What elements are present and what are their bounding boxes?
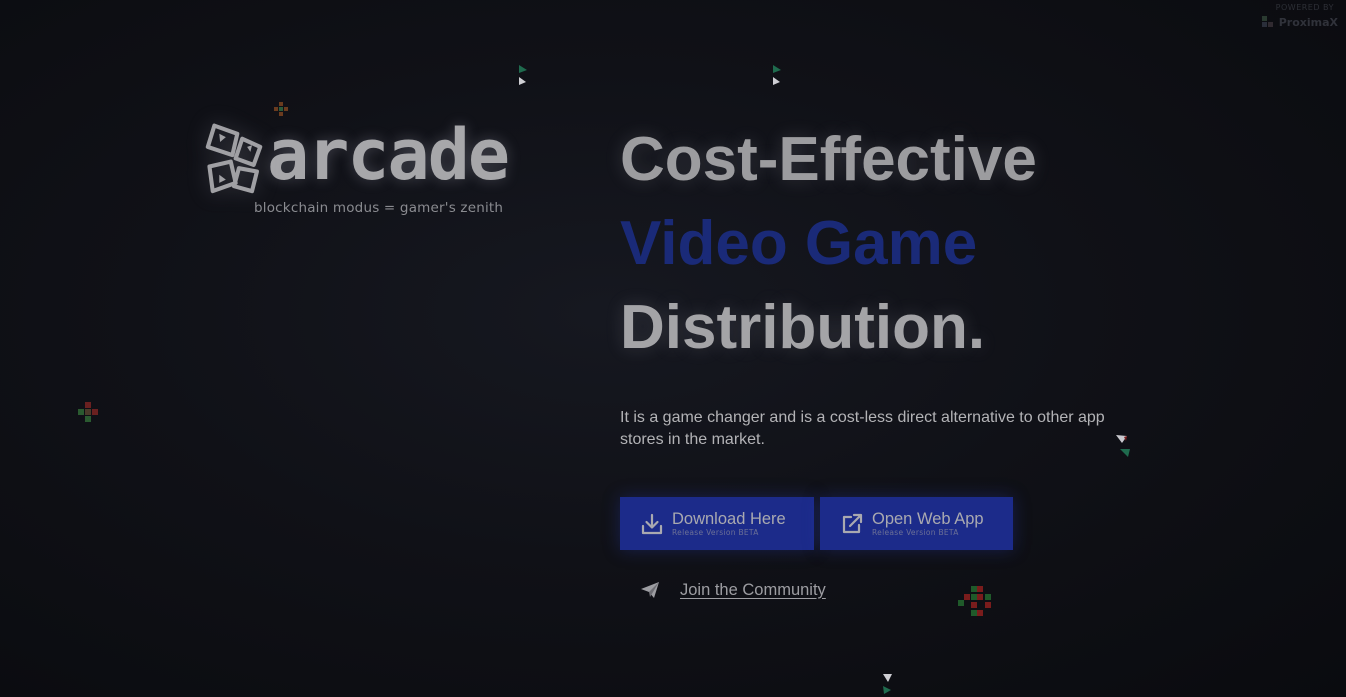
proximax-mark-icon — [1261, 16, 1273, 27]
arcade-wordmark: arcade — [267, 114, 510, 196]
powered-by-badge[interactable]: POWERED BY ProximaX — [1261, 4, 1338, 29]
headline-line-video-game: Video Game — [620, 209, 978, 278]
particle-icon — [519, 65, 527, 85]
open-web-app-button-subtitle: Release Version BETA — [872, 527, 959, 537]
headline-line-distribution: Distribution. — [620, 293, 986, 362]
join-community-label[interactable]: Join the Community — [680, 581, 826, 600]
download-button-subtitle: Release Version BETA — [672, 527, 759, 537]
arcade-dice-logo-icon — [205, 123, 263, 194]
hero-description: It is a game changer and is a cost-less … — [620, 409, 1105, 448]
particle-icon — [883, 674, 892, 694]
download-button[interactable]: Download Here Release Version BETA — [620, 497, 814, 550]
hero-section: Cost-Effective Video Game Distribution. — [620, 118, 1220, 370]
download-icon — [641, 513, 663, 534]
particle-icon — [773, 65, 781, 85]
open-web-app-button[interactable]: Open Web App Release Version BETA — [820, 497, 1013, 550]
particle-icon — [958, 586, 991, 616]
particle-icon — [78, 402, 98, 422]
arcade-logo[interactable]: arcade blockchain modus = gamer's zenith — [198, 114, 510, 216]
proximax-logo: ProximaX — [1261, 15, 1338, 29]
landing-page: POWERED BY ProximaX arcade blockchain mo… — [0, 0, 1346, 697]
proximax-brand-text: ProximaX — [1278, 15, 1338, 29]
external-link-icon — [842, 513, 863, 533]
open-web-app-button-label: Open Web App — [872, 509, 984, 528]
headline-line-cost-effective: Cost-Effective — [620, 125, 1037, 194]
join-community-link[interactable]: Join the Community — [640, 580, 826, 600]
download-button-label: Download Here — [672, 509, 786, 528]
hero-headline: Cost-Effective Video Game Distribution. — [620, 118, 1220, 370]
logo-tagline: blockchain modus = gamer's zenith — [254, 200, 504, 216]
send-icon — [641, 582, 659, 598]
powered-by-label: POWERED BY — [1275, 3, 1334, 12]
